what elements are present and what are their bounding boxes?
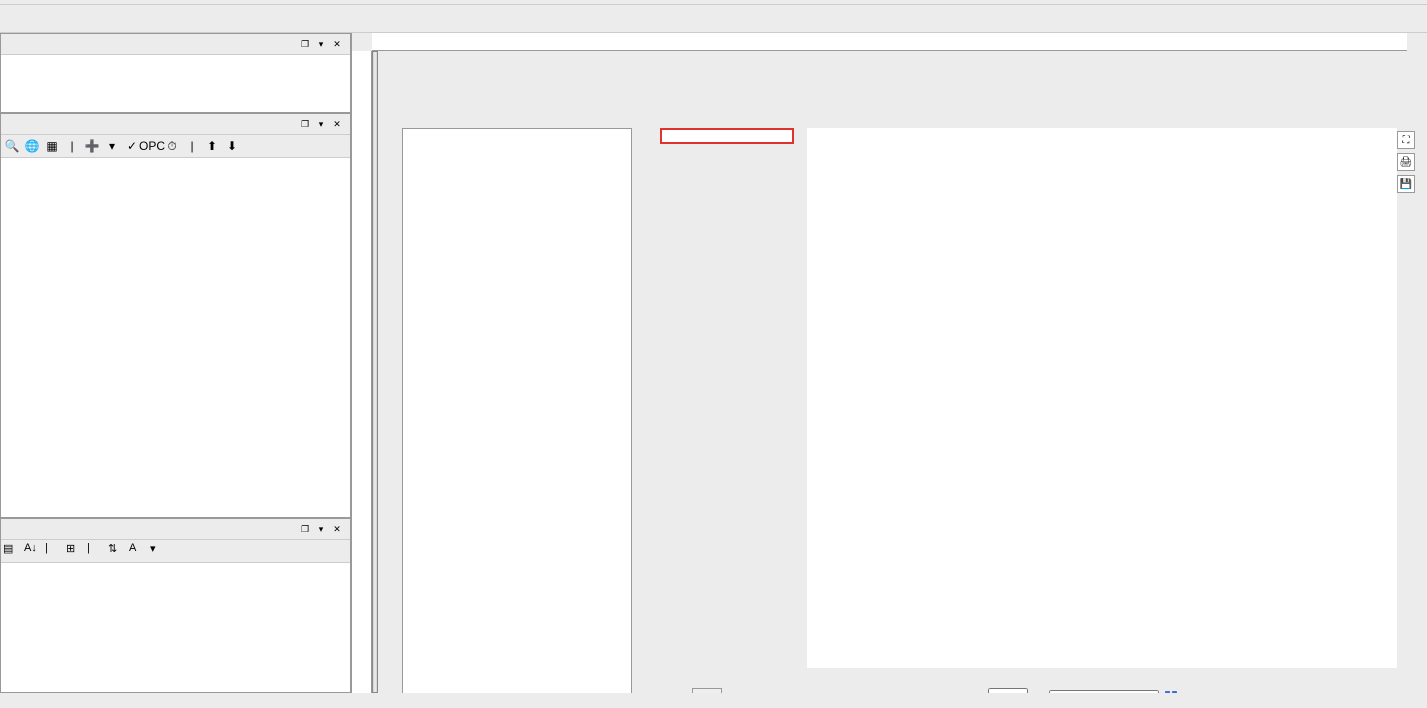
tag-browse-tree-component[interactable] [402, 128, 632, 693]
expand-icon[interactable]: ⇅ [108, 542, 126, 560]
filter-icon[interactable]: ▤ [3, 542, 21, 560]
horizontal-ruler [372, 33, 1407, 51]
save-icon[interactable]: 💾 [1397, 175, 1415, 193]
tag-browser-panel: ❐ ▾ ✕ 🔍 🌐 ▦ | ➕ ▾ ✓ OPC ⏱ | ⬆ ⬇ [0, 113, 351, 518]
restore-icon[interactable]: ❐ [298, 117, 312, 131]
last-value-input[interactable] [988, 688, 1028, 693]
tag-browser-toolbar: 🔍 🌐 ▦ | ➕ ▾ ✓ OPC ⏱ | ⬆ ⬇ [1, 135, 350, 158]
binocular-icon[interactable]: 🔍 [3, 137, 21, 155]
new-tag-icon[interactable]: ➕ [83, 137, 101, 155]
last-control: ▴▾ [982, 688, 1177, 693]
pause-button[interactable] [1165, 691, 1177, 693]
font-icon[interactable]: A [129, 542, 147, 560]
last-unit-select[interactable] [1049, 690, 1159, 693]
restore-icon[interactable]: ❐ [298, 522, 312, 536]
maximize-icon[interactable]: ⛶ [1397, 131, 1415, 149]
export-icon[interactable]: ⬇ [223, 137, 241, 155]
clock-icon[interactable]: ⏱ [163, 137, 181, 155]
sort-icon[interactable]: A↓ [24, 542, 42, 560]
design-canvas: ⛶ 🖨 💾 ▴▾ [352, 33, 1427, 693]
vertical-splitter[interactable] [372, 51, 378, 693]
tag-browser-tree[interactable] [1, 158, 350, 517]
pin-icon[interactable]: ▾ [314, 117, 328, 131]
pin-icon[interactable]: ▾ [314, 37, 328, 51]
property-editor-toolbar: ▤ A↓ | ⊞ | ⇅ A ▾ [1, 540, 350, 563]
vertical-ruler [352, 51, 372, 693]
restore-icon[interactable]: ❐ [298, 37, 312, 51]
close-icon[interactable]: ✕ [330, 117, 344, 131]
globe-icon[interactable]: 🌐 [23, 137, 41, 155]
spinner-icon[interactable]: ▴▾ [1034, 693, 1043, 694]
pens-legend [660, 128, 794, 144]
close-icon[interactable]: ✕ [330, 522, 344, 536]
main-toolbar [0, 5, 1427, 33]
trend-chart[interactable] [807, 128, 1397, 668]
apply-button[interactable] [692, 688, 722, 693]
property-editor-panel: ❐ ▾ ✕ ▤ A↓ | ⊞ | ⇅ A ▾ [0, 518, 351, 693]
table-icon[interactable]: ▦ [43, 137, 61, 155]
property-editor-grid[interactable] [1, 563, 350, 692]
close-icon[interactable]: ✕ [330, 37, 344, 51]
pin-icon[interactable]: ▾ [314, 522, 328, 536]
import-icon[interactable]: ⬆ [203, 137, 221, 155]
print-icon[interactable]: 🖨 [1397, 153, 1415, 171]
project-browser-panel: ❐ ▾ ✕ [0, 33, 351, 113]
pens-title [665, 133, 789, 139]
udt-icon[interactable]: ⊞ [66, 542, 84, 560]
opc-icon[interactable]: OPC [143, 137, 161, 155]
